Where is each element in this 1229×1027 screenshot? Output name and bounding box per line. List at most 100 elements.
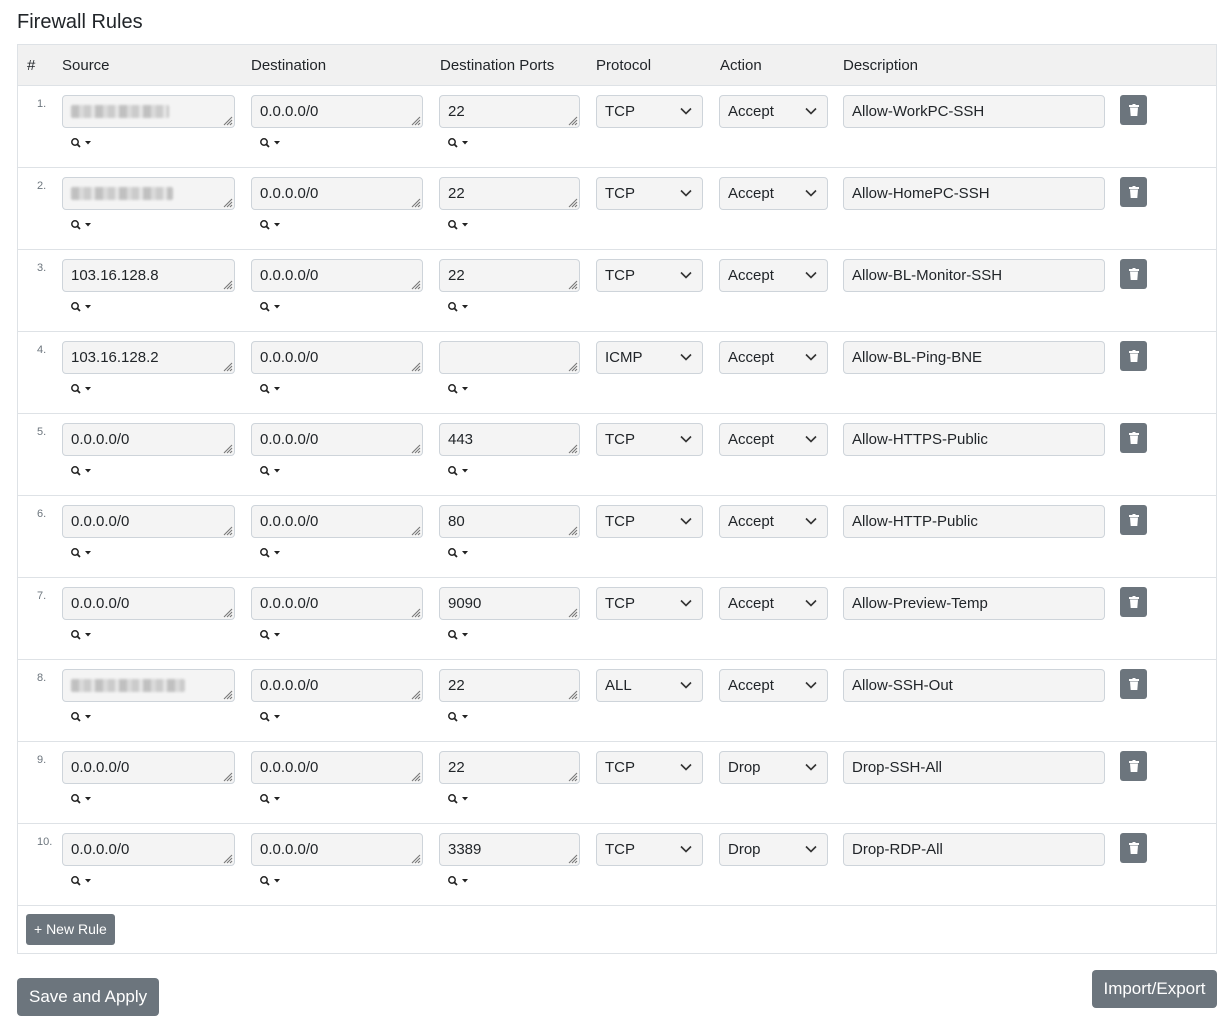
protocol-select[interactable]: TCP <box>596 587 703 620</box>
delete-rule-button[interactable] <box>1120 95 1147 125</box>
ports-search-icon[interactable] <box>447 545 473 561</box>
source-input[interactable]: 103.16.128.8 <box>62 259 235 292</box>
destination-search-icon[interactable] <box>259 627 285 643</box>
destination-input[interactable]: 0.0.0.0/0 <box>251 669 423 702</box>
protocol-select[interactable]: ALL <box>596 669 703 702</box>
resize-grip-icon[interactable] <box>409 688 421 700</box>
delete-rule-button[interactable] <box>1120 669 1147 699</box>
source-input[interactable] <box>62 177 235 210</box>
protocol-select[interactable]: TCP <box>596 751 703 784</box>
source-search-icon[interactable] <box>70 627 96 643</box>
source-search-icon[interactable] <box>70 545 96 561</box>
resize-grip-icon[interactable] <box>409 360 421 372</box>
action-select[interactable]: Accept <box>719 259 828 292</box>
source-search-icon[interactable] <box>70 217 96 233</box>
source-search-icon[interactable] <box>70 463 96 479</box>
resize-grip-icon[interactable] <box>221 442 233 454</box>
resize-grip-icon[interactable] <box>566 688 578 700</box>
ports-search-icon[interactable] <box>447 627 473 643</box>
ports-search-icon[interactable] <box>447 299 473 315</box>
source-input[interactable]: 0.0.0.0/0 <box>62 423 235 456</box>
resize-grip-icon[interactable] <box>221 114 233 126</box>
source-input[interactable] <box>62 669 235 702</box>
action-select[interactable]: Accept <box>719 177 828 210</box>
protocol-select[interactable]: TCP <box>596 833 703 866</box>
protocol-select[interactable]: TCP <box>596 177 703 210</box>
ports-search-icon[interactable] <box>447 463 473 479</box>
resize-grip-icon[interactable] <box>566 442 578 454</box>
destination-input[interactable]: 0.0.0.0/0 <box>251 751 423 784</box>
resize-grip-icon[interactable] <box>221 606 233 618</box>
destination-input[interactable]: 0.0.0.0/0 <box>251 833 423 866</box>
source-search-icon[interactable] <box>70 873 96 889</box>
resize-grip-icon[interactable] <box>409 442 421 454</box>
description-input[interactable]: Allow-HTTP-Public <box>843 505 1105 538</box>
source-search-icon[interactable] <box>70 709 96 725</box>
resize-grip-icon[interactable] <box>566 524 578 536</box>
delete-rule-button[interactable] <box>1120 751 1147 781</box>
ports-search-icon[interactable] <box>447 873 473 889</box>
protocol-select[interactable]: TCP <box>596 505 703 538</box>
destination-search-icon[interactable] <box>259 463 285 479</box>
destination-ports-input[interactable]: 22 <box>439 259 580 292</box>
destination-search-icon[interactable] <box>259 299 285 315</box>
resize-grip-icon[interactable] <box>409 524 421 536</box>
resize-grip-icon[interactable] <box>221 524 233 536</box>
description-input[interactable]: Drop-RDP-All <box>843 833 1105 866</box>
description-input[interactable]: Allow-WorkPC-SSH <box>843 95 1105 128</box>
source-input[interactable]: 103.16.128.2 <box>62 341 235 374</box>
destination-ports-input[interactable]: 22 <box>439 95 580 128</box>
description-input[interactable]: Allow-HTTPS-Public <box>843 423 1105 456</box>
resize-grip-icon[interactable] <box>409 606 421 618</box>
destination-input[interactable]: 0.0.0.0/0 <box>251 423 423 456</box>
description-input[interactable]: Allow-BL-Monitor-SSH <box>843 259 1105 292</box>
resize-grip-icon[interactable] <box>566 606 578 618</box>
delete-rule-button[interactable] <box>1120 505 1147 535</box>
action-select[interactable]: Accept <box>719 505 828 538</box>
destination-input[interactable]: 0.0.0.0/0 <box>251 259 423 292</box>
protocol-select[interactable]: TCP <box>596 95 703 128</box>
description-input[interactable]: Allow-Preview-Temp <box>843 587 1105 620</box>
destination-input[interactable]: 0.0.0.0/0 <box>251 505 423 538</box>
resize-grip-icon[interactable] <box>221 360 233 372</box>
ports-search-icon[interactable] <box>447 135 473 151</box>
new-rule-button[interactable]: + New Rule <box>26 914 115 945</box>
resize-grip-icon[interactable] <box>566 770 578 782</box>
action-select[interactable]: Accept <box>719 423 828 456</box>
source-search-icon[interactable] <box>70 381 96 397</box>
resize-grip-icon[interactable] <box>566 852 578 864</box>
source-input[interactable]: 0.0.0.0/0 <box>62 587 235 620</box>
description-input[interactable]: Drop-SSH-All <box>843 751 1105 784</box>
destination-ports-input[interactable]: 22 <box>439 751 580 784</box>
resize-grip-icon[interactable] <box>221 688 233 700</box>
source-input[interactable]: 0.0.0.0/0 <box>62 833 235 866</box>
save-and-apply-button[interactable]: Save and Apply <box>17 978 160 1016</box>
destination-search-icon[interactable] <box>259 873 285 889</box>
description-input[interactable]: Allow-BL-Ping-BNE <box>843 341 1105 374</box>
destination-search-icon[interactable] <box>259 791 285 807</box>
resize-grip-icon[interactable] <box>566 196 578 208</box>
import-export-button[interactable]: Import/Export <box>1092 970 1217 1008</box>
resize-grip-icon[interactable] <box>409 770 421 782</box>
source-search-icon[interactable] <box>70 299 96 315</box>
destination-ports-input[interactable]: 80 <box>439 505 580 538</box>
source-input[interactable] <box>62 95 235 128</box>
action-select[interactable]: Accept <box>719 95 828 128</box>
destination-ports-input[interactable]: 22 <box>439 669 580 702</box>
source-input[interactable]: 0.0.0.0/0 <box>62 505 235 538</box>
resize-grip-icon[interactable] <box>409 196 421 208</box>
source-input[interactable]: 0.0.0.0/0 <box>62 751 235 784</box>
delete-rule-button[interactable] <box>1120 177 1147 207</box>
action-select[interactable]: Accept <box>719 587 828 620</box>
action-select[interactable]: Accept <box>719 341 828 374</box>
resize-grip-icon[interactable] <box>221 196 233 208</box>
destination-search-icon[interactable] <box>259 381 285 397</box>
destination-ports-input[interactable]: 9090 <box>439 587 580 620</box>
destination-search-icon[interactable] <box>259 217 285 233</box>
ports-search-icon[interactable] <box>447 217 473 233</box>
resize-grip-icon[interactable] <box>409 278 421 290</box>
description-input[interactable]: Allow-SSH-Out <box>843 669 1105 702</box>
destination-input[interactable]: 0.0.0.0/0 <box>251 341 423 374</box>
delete-rule-button[interactable] <box>1120 833 1147 863</box>
destination-search-icon[interactable] <box>259 545 285 561</box>
